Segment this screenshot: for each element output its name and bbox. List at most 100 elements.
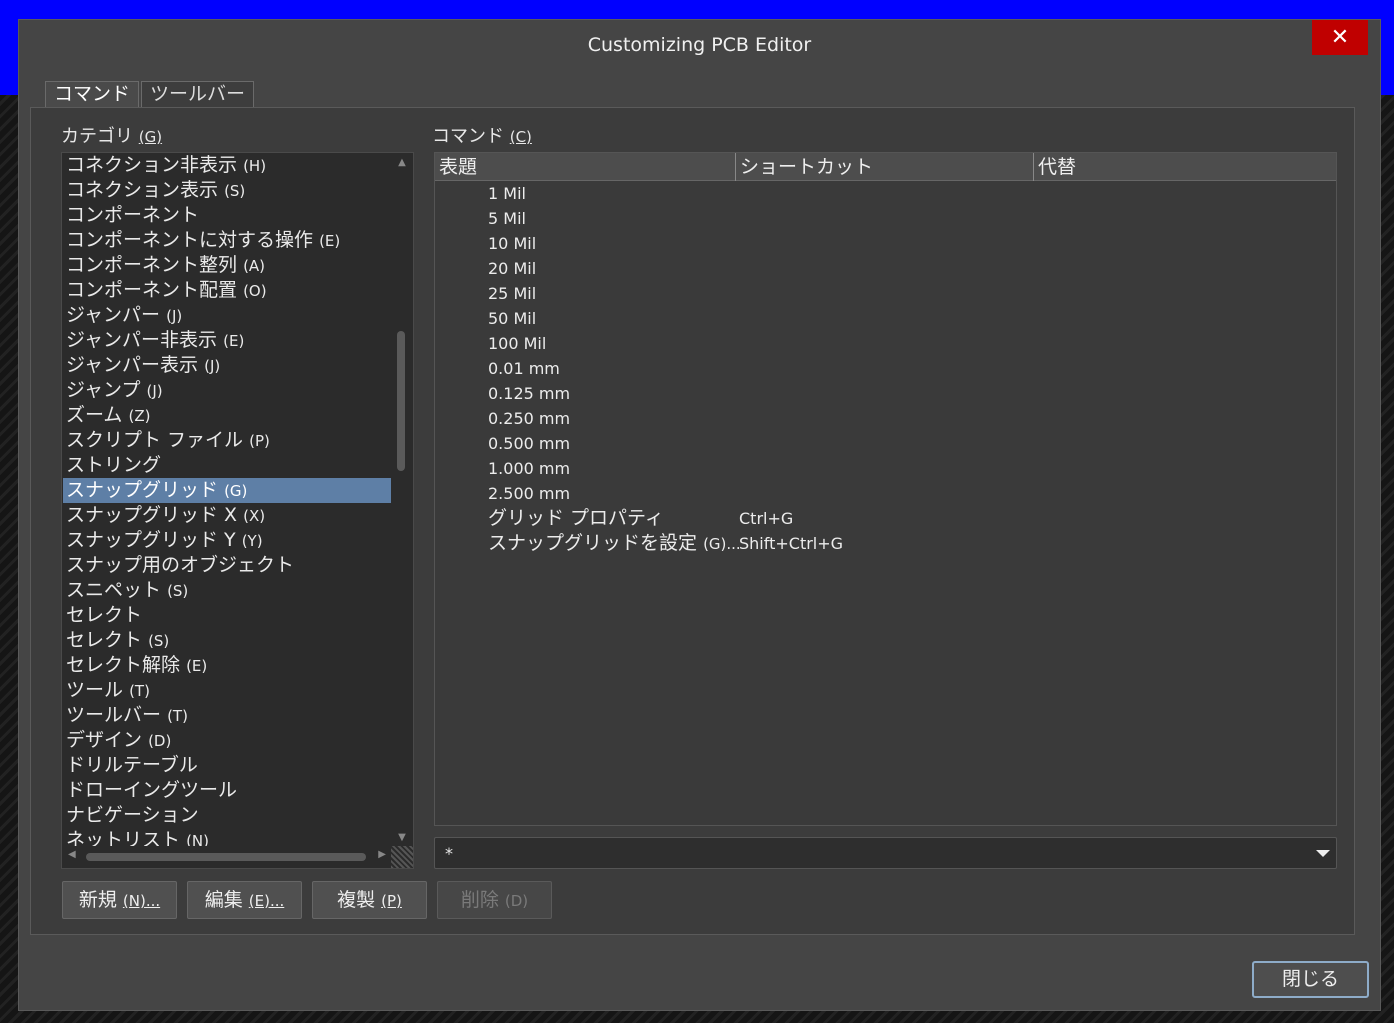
command-title-cell: 1 Mil: [488, 181, 526, 206]
table-row[interactable]: 100 Mil: [435, 331, 1336, 356]
category-item-label: ドローイングツール: [66, 779, 238, 801]
vertical-scroll-thumb[interactable]: [397, 331, 405, 471]
category-item-label: コネクション表示: [66, 179, 219, 201]
category-item[interactable]: ツールバー (T): [63, 703, 391, 728]
category-item[interactable]: スナップ用のオブジェクト: [63, 553, 391, 578]
table-row[interactable]: 0.250 mm: [435, 406, 1336, 431]
category-item-key: (E): [319, 232, 341, 250]
category-item-label: ズーム: [66, 404, 123, 426]
category-item[interactable]: ナビゲーション: [63, 803, 391, 828]
category-item-label: スナップグリッド: [66, 479, 219, 501]
command-title-cell: 0.500 mm: [488, 431, 570, 456]
category-item-key: (X): [243, 507, 266, 525]
command-title: 20 Mil: [488, 259, 537, 278]
tab-commands[interactable]: コマンド: [45, 81, 140, 108]
customize-dialog: Customizing PCB Editor ✕ コマンド ツールバー カテゴリ…: [18, 19, 1381, 1011]
category-item-key: (D): [148, 732, 172, 750]
category-list[interactable]: コネクション非表示 (H) コネクション表示 (S) コンポーネント コンポーネントに…: [61, 152, 414, 869]
new-button-key: (N)...: [122, 892, 161, 910]
category-item[interactable]: デザイン (D): [63, 728, 391, 753]
scroll-up-icon[interactable]: ▲: [391, 157, 413, 168]
table-row[interactable]: グリッド プロパティ Ctrl+G: [435, 506, 1336, 531]
scroll-left-icon[interactable]: ◀: [68, 849, 76, 860]
category-item[interactable]: ジャンプ (J): [63, 378, 391, 403]
edit-button-key: (E)...: [248, 892, 285, 910]
scroll-down-icon[interactable]: ▼: [391, 832, 413, 843]
close-dialog-button[interactable]: 閉じる: [1252, 961, 1369, 998]
category-item[interactable]: ドリルテーブル: [63, 753, 391, 778]
table-row[interactable]: 0.01 mm: [435, 356, 1336, 381]
table-row[interactable]: 1.000 mm: [435, 456, 1336, 481]
command-title-key: (G)...: [703, 535, 741, 553]
category-item[interactable]: セレクト: [63, 603, 391, 628]
category-item[interactable]: コネクション表示 (S): [63, 178, 391, 203]
table-row[interactable]: 0.125 mm: [435, 381, 1336, 406]
delete-button[interactable]: 削除 (D): [437, 881, 552, 919]
category-item[interactable]: コネクション非表示 (H): [63, 153, 391, 178]
command-title-cell: 0.125 mm: [488, 381, 570, 406]
chevron-down-icon[interactable]: [1316, 850, 1330, 857]
category-item[interactable]: スナップグリッド Y (Y): [63, 528, 391, 553]
category-item[interactable]: スニペット (S): [63, 578, 391, 603]
category-item-label: ジャンパー非表示: [66, 329, 218, 351]
category-item[interactable]: コンポーネント: [63, 203, 391, 228]
table-row[interactable]: 2.500 mm: [435, 481, 1336, 506]
table-row[interactable]: スナップグリッドを設定 (G)... Shift+Ctrl+G: [435, 531, 1336, 556]
horizontal-scroll-thumb[interactable]: [86, 853, 366, 861]
table-row[interactable]: 0.500 mm: [435, 431, 1336, 456]
category-item[interactable]: ジャンパー (J): [63, 303, 391, 328]
category-vertical-scrollbar[interactable]: ▲ ▼: [391, 153, 413, 847]
category-item[interactable]: コンポーネント配置 (O): [63, 278, 391, 303]
category-item-label: コンポーネント整列: [66, 254, 238, 276]
command-title: 1.000 mm: [488, 459, 571, 478]
category-item-label: コンポーネント配置: [66, 279, 238, 301]
close-icon[interactable]: ✕: [1312, 20, 1368, 55]
table-row[interactable]: 1 Mil: [435, 181, 1336, 206]
table-row[interactable]: 10 Mil: [435, 231, 1336, 256]
tab-bar: コマンド ツールバー: [45, 81, 256, 108]
category-item-label: ジャンプ: [66, 379, 141, 401]
categories-label: カテゴリ (G): [61, 122, 162, 148]
column-header-shortcut[interactable]: ショートカット: [735, 153, 1035, 181]
command-title: 0.500 mm: [488, 434, 571, 453]
column-header-title[interactable]: 表題: [435, 153, 735, 181]
category-item[interactable]: スナップグリッド X (X): [63, 503, 391, 528]
tab-toolbars[interactable]: ツールバー: [141, 81, 255, 108]
table-row[interactable]: 25 Mil: [435, 281, 1336, 306]
delete-button-label: 削除: [460, 889, 499, 911]
category-item[interactable]: コンポーネントに対する操作 (E): [63, 228, 391, 253]
category-item[interactable]: セレクト解除 (E): [63, 653, 391, 678]
tab-content: カテゴリ (G) コネクション非表示 (H) コネクション表示 (S) コンポーネン…: [30, 107, 1355, 935]
category-item-label: スナップグリッド Y: [66, 529, 236, 551]
category-item[interactable]: スクリプト ファイル (P): [63, 428, 391, 453]
category-item[interactable]: ズーム (Z): [63, 403, 391, 428]
category-item[interactable]: ジャンパー表示 (J): [63, 353, 391, 378]
category-item[interactable]: コンポーネント整列 (A): [63, 253, 391, 278]
command-title: 100 Mil: [488, 334, 547, 353]
table-row[interactable]: 50 Mil: [435, 306, 1336, 331]
table-row[interactable]: 5 Mil: [435, 206, 1336, 231]
table-row[interactable]: 20 Mil: [435, 256, 1336, 281]
category-item[interactable]: ツール (T): [63, 678, 391, 703]
category-item[interactable]: ジャンパー非表示 (E): [63, 328, 391, 353]
command-filter-dropdown[interactable]: *: [434, 837, 1337, 869]
category-item[interactable]: ドローイングツール: [63, 778, 391, 803]
scroll-right-icon[interactable]: ▶: [378, 849, 386, 860]
category-horizontal-scrollbar[interactable]: ◀ ▶: [62, 846, 392, 868]
new-button[interactable]: 新規 (N)...: [62, 881, 177, 919]
command-title-cell: グリッド プロパティ: [488, 506, 664, 531]
category-item-label: スクリプト ファイル: [66, 429, 244, 451]
category-item-key: (J): [204, 357, 221, 375]
category-item-label: スナップ用のオブジェクト: [66, 554, 295, 576]
column-header-alternate[interactable]: 代替: [1033, 153, 1333, 181]
command-table[interactable]: 表題 ショートカット 代替 1 Mil 5 Mil 10 Mil 20 Mil 25 M…: [434, 152, 1337, 826]
duplicate-button[interactable]: 複製 (P): [312, 881, 427, 919]
category-item-label: ストリング: [66, 454, 162, 476]
commands-label-text: コマンド: [432, 126, 504, 147]
command-title-cell: 100 Mil: [488, 331, 546, 356]
category-item[interactable]: セレクト (S): [63, 628, 391, 653]
category-item[interactable]: スナップグリッド (G): [63, 478, 391, 503]
title-bar[interactable]: Customizing PCB Editor ✕: [19, 20, 1380, 70]
edit-button[interactable]: 編集 (E)...: [187, 881, 302, 919]
category-item[interactable]: ストリング: [63, 453, 391, 478]
